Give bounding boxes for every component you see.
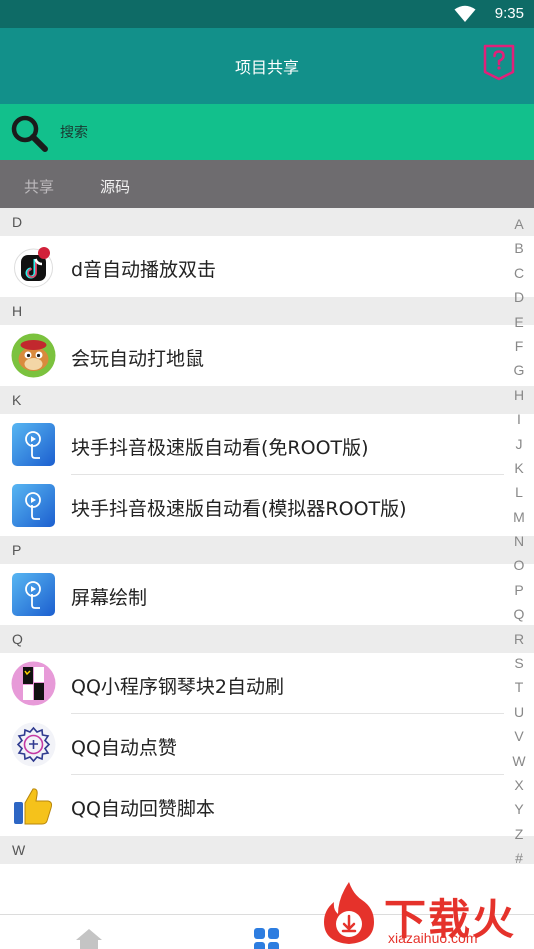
index-letter[interactable]: U	[509, 700, 529, 724]
search-icon[interactable]	[10, 114, 48, 152]
page-title: 项目共享	[234, 58, 299, 77]
index-letter[interactable]: N	[509, 529, 529, 553]
item-label: 屏幕绘制	[71, 587, 148, 609]
flame-logo-icon	[324, 882, 374, 944]
index-letter[interactable]: X	[509, 773, 529, 797]
index-letter[interactable]: J	[509, 432, 529, 456]
item-label: 块手抖音极速版自动看(模拟器ROOT版)	[71, 498, 407, 520]
item-label: d音自动播放双击	[71, 259, 217, 281]
script-app-icon	[12, 423, 55, 466]
item-label: 会玩自动打地鼠	[71, 348, 205, 370]
index-letter[interactable]: C	[509, 261, 529, 285]
app-bar: 项目共享	[0, 28, 534, 104]
index-letter[interactable]: I	[509, 407, 529, 431]
index-letter[interactable]: V	[509, 724, 529, 748]
index-letter[interactable]: #	[509, 846, 529, 870]
index-letter[interactable]: P	[509, 578, 529, 602]
section-header-k: K	[0, 386, 534, 414]
watermark: 下载火 xiazaihuo.com	[314, 880, 534, 949]
index-letter[interactable]: Z	[509, 822, 529, 846]
index-letter[interactable]: Y	[509, 797, 529, 821]
section-header-w: W	[0, 836, 534, 864]
piano-tiles-icon	[11, 661, 56, 706]
section-letter: K	[12, 392, 22, 408]
item-label: QQ自动点赞	[71, 737, 177, 759]
home-icon[interactable]	[73, 926, 105, 949]
index-letter[interactable]: T	[509, 675, 529, 699]
cartoon-mole-icon	[11, 333, 56, 378]
wifi-icon	[454, 5, 476, 22]
index-letter[interactable]: E	[509, 310, 529, 334]
index-letter[interactable]: K	[509, 456, 529, 480]
list-item[interactable]: 块手抖音极速版自动看(免ROOT版)	[0, 414, 534, 475]
watermark-url: xiazaihuo.com	[388, 930, 478, 946]
index-letter[interactable]: W	[509, 749, 529, 773]
list-item[interactable]: QQ自动回赞脚本	[0, 775, 534, 836]
index-letter[interactable]: D	[509, 285, 529, 309]
tab-source[interactable]: 源码	[100, 176, 130, 197]
alphabet-index[interactable]: A B C D E F G H I J K L M N O P Q R S T …	[509, 212, 529, 871]
thumbs-up-icon	[14, 788, 53, 825]
search-bar	[0, 104, 534, 160]
list-item[interactable]: 会玩自动打地鼠	[0, 325, 534, 386]
index-letter[interactable]: F	[509, 334, 529, 358]
section-letter: P	[12, 542, 22, 558]
section-header-q: Q	[0, 625, 534, 653]
list-item[interactable]: 块手抖音极速版自动看(模拟器ROOT版)	[0, 475, 534, 536]
section-header-p: P	[0, 536, 534, 564]
status-time: 9:35	[494, 5, 524, 22]
list-item[interactable]: 屏幕绘制	[0, 564, 534, 625]
list-item[interactable]: QQ小程序钢琴块2自动刷	[0, 653, 534, 714]
item-label: QQ小程序钢琴块2自动刷	[71, 676, 284, 698]
tab-shared[interactable]: 共享	[24, 176, 54, 197]
index-letter[interactable]: S	[509, 651, 529, 675]
section-letter: Q	[12, 631, 23, 647]
search-input[interactable]	[60, 122, 460, 144]
section-header-d: D	[0, 208, 534, 236]
help-icon[interactable]	[482, 43, 516, 81]
index-letter[interactable]: B	[509, 236, 529, 260]
index-letter[interactable]: Q	[509, 602, 529, 626]
index-letter[interactable]: L	[509, 480, 529, 504]
index-letter[interactable]: M	[509, 505, 529, 529]
index-letter[interactable]: O	[509, 553, 529, 577]
section-header-h: H	[0, 297, 534, 325]
list-item[interactable]: d音自动播放双击	[0, 236, 534, 297]
item-label: QQ自动回赞脚本	[71, 798, 215, 820]
section-letter: D	[12, 214, 23, 230]
grid-icon[interactable]	[252, 926, 282, 949]
section-letter: H	[12, 303, 23, 319]
item-label: 块手抖音极速版自动看(免ROOT版)	[71, 437, 369, 459]
tab-bar: 共享 源码	[0, 160, 534, 208]
index-letter[interactable]: G	[509, 358, 529, 382]
index-letter[interactable]: H	[509, 383, 529, 407]
list-item[interactable]	[0, 864, 534, 872]
like-badge-icon	[11, 722, 56, 767]
status-bar: 9:35	[0, 0, 534, 28]
section-letter: W	[12, 842, 26, 858]
index-letter[interactable]: A	[509, 212, 529, 236]
project-list: D d音自动播放双击 H 会玩自动打地鼠 K 块手抖音极速版自动看(免ROOT版…	[0, 208, 534, 872]
script-app-icon	[12, 573, 55, 616]
list-item[interactable]: QQ自动点赞	[0, 714, 534, 775]
tiktok-logo-icon	[14, 247, 53, 288]
index-letter[interactable]: R	[509, 627, 529, 651]
script-app-icon	[12, 484, 55, 527]
